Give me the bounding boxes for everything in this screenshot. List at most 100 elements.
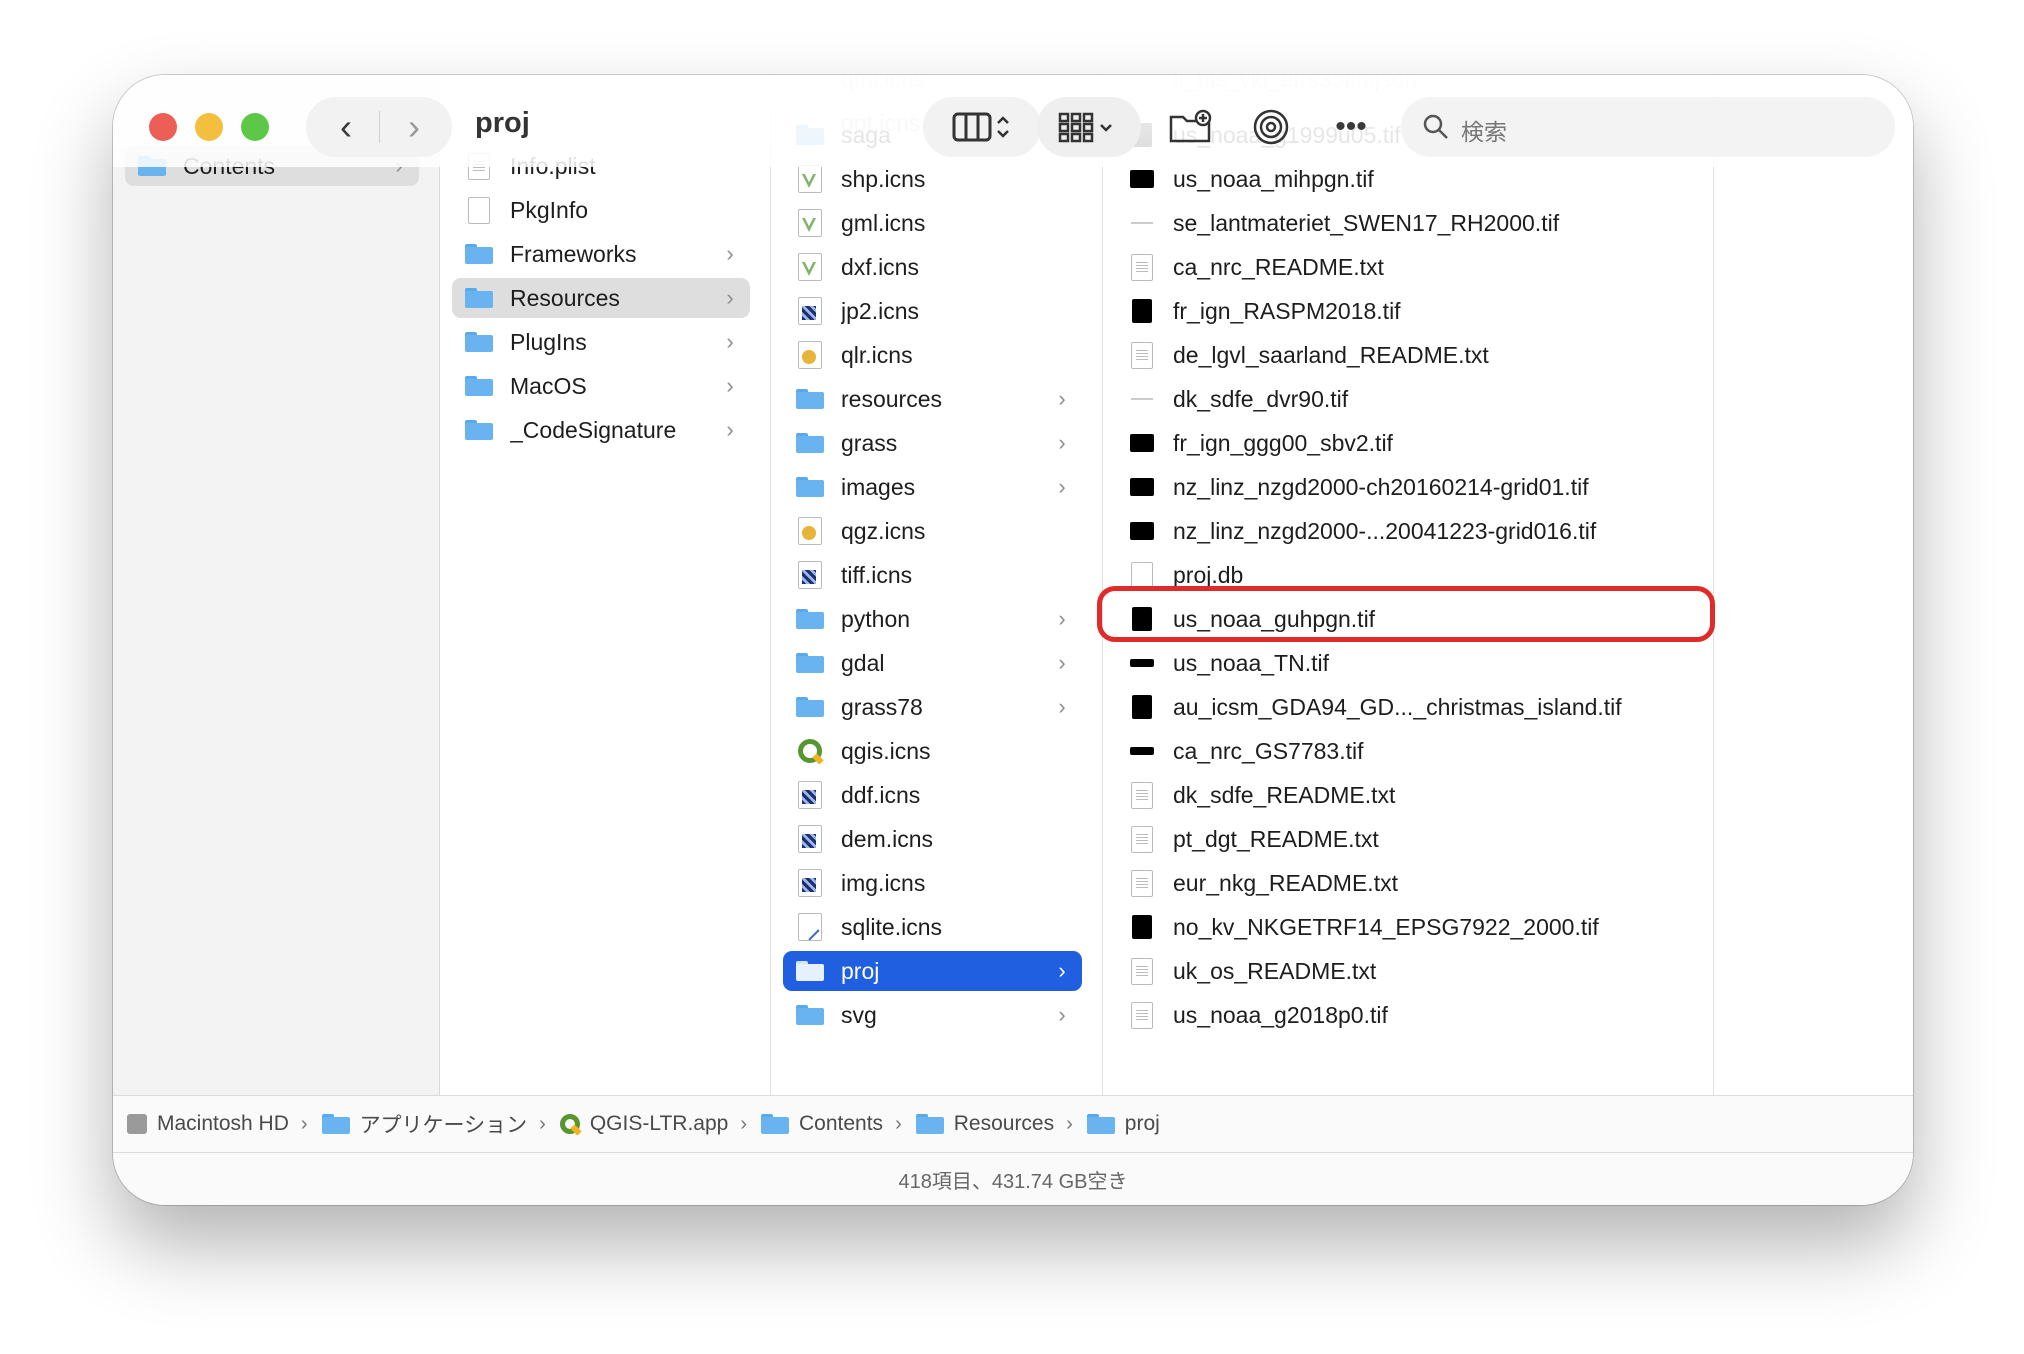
chevron-right-icon: › (726, 417, 734, 442)
list-item[interactable]: pt_dgt_README.txt (1115, 819, 1693, 859)
list-item[interactable]: uk_os_README.txt (1115, 951, 1693, 991)
minimize-button[interactable] (195, 113, 223, 141)
tif-file-icon (1132, 299, 1152, 323)
text-document-icon (1131, 1001, 1153, 1029)
item-label: resources (841, 385, 942, 412)
item-label: dxf.icns (841, 253, 919, 280)
list-item[interactable]: resources › (783, 379, 1082, 419)
list-item[interactable]: fr_ign_RASPM2018.tif (1115, 291, 1693, 331)
item-label: PlugIns (510, 328, 587, 355)
nav-divider (379, 111, 380, 143)
more-button[interactable]: ••• (1325, 101, 1377, 153)
item-label: nz_linz_nzgd2000-...20041223-grid016.tif (1173, 517, 1597, 544)
forward-button[interactable]: › (381, 97, 447, 157)
list-item[interactable]: dk_sdfe_dvr90.tif (1115, 379, 1693, 419)
item-icon-slot (1127, 914, 1157, 940)
column-1 (113, 75, 440, 1095)
chevron-right-icon: › (1058, 606, 1066, 631)
list-item[interactable]: de_lgvl_saarland_README.txt (1115, 335, 1693, 375)
chevron-right-icon: › (1058, 1002, 1066, 1027)
view-switcher[interactable] (923, 97, 1041, 157)
list-item[interactable]: sqlite.icns (783, 907, 1082, 947)
zoom-button[interactable] (241, 113, 269, 141)
disk-icon (127, 1114, 147, 1134)
item-label: us_noaa_mihpgn.tif (1173, 165, 1374, 192)
list-item[interactable]: nz_linz_nzgd2000-...20041223-grid016.tif (1115, 511, 1693, 551)
item-label: python (841, 605, 911, 632)
applications-folder-icon (321, 1114, 350, 1134)
list-item[interactable]: _CodeSignature › (452, 410, 750, 450)
list-item[interactable]: svg › (783, 995, 1082, 1035)
list-item[interactable]: tiff.icns (783, 555, 1082, 595)
back-button[interactable]: ‹ (313, 97, 379, 157)
breadcrumb-item[interactable]: QGIS-LTR.app › (559, 1112, 747, 1136)
item-icon-slot (1127, 166, 1157, 192)
group-button[interactable] (1037, 97, 1141, 157)
list-item[interactable]: ca_nrc_GS7783.tif (1115, 731, 1693, 771)
list-item[interactable]: dem.icns (783, 819, 1082, 859)
item-icon-slot (795, 165, 825, 193)
folder-icon (465, 244, 493, 264)
list-item[interactable]: PlugIns › (452, 322, 750, 362)
folder-icon (465, 376, 493, 396)
item-icon-slot (795, 341, 825, 369)
tif-file-icon (1130, 478, 1154, 496)
list-item[interactable]: ca_nrc_README.txt (1115, 247, 1693, 287)
status-bar: 418項目、431.74 GB空き (113, 1152, 1913, 1205)
close-button[interactable] (149, 113, 177, 141)
item-icon-slot (795, 253, 825, 281)
list-item[interactable]: jp2.icns (783, 291, 1082, 331)
breadcrumb-item[interactable]: Resources › (915, 1112, 1073, 1136)
icns-raster-icon (798, 561, 822, 589)
list-item[interactable]: grass78 › (783, 687, 1082, 727)
folder-icon (465, 288, 493, 308)
list-item[interactable]: ddf.icns (783, 775, 1082, 815)
list-item[interactable]: no_kv_NKGETRF14_EPSG7922_2000.tif (1115, 907, 1693, 947)
list-item[interactable]: gml.icns (783, 203, 1082, 243)
item-icon-slot (795, 825, 825, 853)
item-label: Frameworks (510, 240, 637, 267)
list-item[interactable]: au_icsm_GDA94_GD..._christmas_island.tif (1115, 687, 1693, 727)
item-label: sqlite.icns (841, 913, 942, 940)
list-item[interactable]: us_noaa_g2018p0.tif (1115, 995, 1693, 1035)
text-document-icon (1131, 825, 1153, 853)
breadcrumb-item[interactable]: Macintosh HD › (127, 1112, 308, 1136)
breadcrumb-label: QGIS-LTR.app (589, 1112, 729, 1135)
list-item[interactable]: proj › (783, 951, 1082, 991)
list-item[interactable]: img.icns (783, 863, 1082, 903)
tif-file-icon (1130, 747, 1154, 755)
search-field[interactable]: 検索 (1401, 97, 1895, 157)
breadcrumb-separator-icon: › (539, 1112, 546, 1135)
list-item[interactable]: MacOS › (452, 366, 750, 406)
list-item[interactable]: gdal › (783, 643, 1082, 683)
breadcrumb-item[interactable]: Contents › (761, 1112, 902, 1136)
breadcrumb-item[interactable]: proj (1086, 1112, 1160, 1136)
list-item[interactable]: Resources › (452, 278, 750, 318)
list-item[interactable]: python › (783, 599, 1082, 639)
list-item[interactable]: se_lantmateriet_SWEN17_RH2000.tif (1115, 203, 1693, 243)
list-item[interactable]: dk_sdfe_README.txt (1115, 775, 1693, 815)
list-item[interactable]: nz_linz_nzgd2000-ch20160214-grid01.tif (1115, 467, 1693, 507)
breadcrumb-item[interactable]: アプリケーション › (321, 1109, 546, 1139)
item-label: grass78 (841, 693, 923, 720)
list-item[interactable]: qlr.icns (783, 335, 1082, 375)
list-item[interactable]: grass › (783, 423, 1082, 463)
list-item[interactable]: us_noaa_TN.tif (1115, 643, 1693, 683)
list-item[interactable]: PkgInfo (452, 190, 750, 230)
list-item[interactable]: eur_nkg_README.txt (1115, 863, 1693, 903)
list-item[interactable]: images › (783, 467, 1082, 507)
icns-layer-icon (798, 517, 822, 545)
item-icon-slot (464, 329, 494, 355)
list-item[interactable]: qgis.icns (783, 731, 1082, 771)
item-icon-slot (1127, 253, 1157, 281)
list-item[interactable]: fr_ign_ggg00_sbv2.tif (1115, 423, 1693, 463)
list-item[interactable]: qgz.icns (783, 511, 1082, 551)
airdrop-button[interactable] (1245, 101, 1297, 153)
item-label: pt_dgt_README.txt (1173, 825, 1379, 852)
new-folder-button[interactable] (1165, 101, 1217, 153)
item-label: PkgInfo (510, 196, 588, 223)
list-item[interactable]: Frameworks › (452, 234, 750, 274)
item-icon-slot (464, 285, 494, 311)
item-label: proj (841, 957, 880, 984)
list-item[interactable]: dxf.icns (783, 247, 1082, 287)
